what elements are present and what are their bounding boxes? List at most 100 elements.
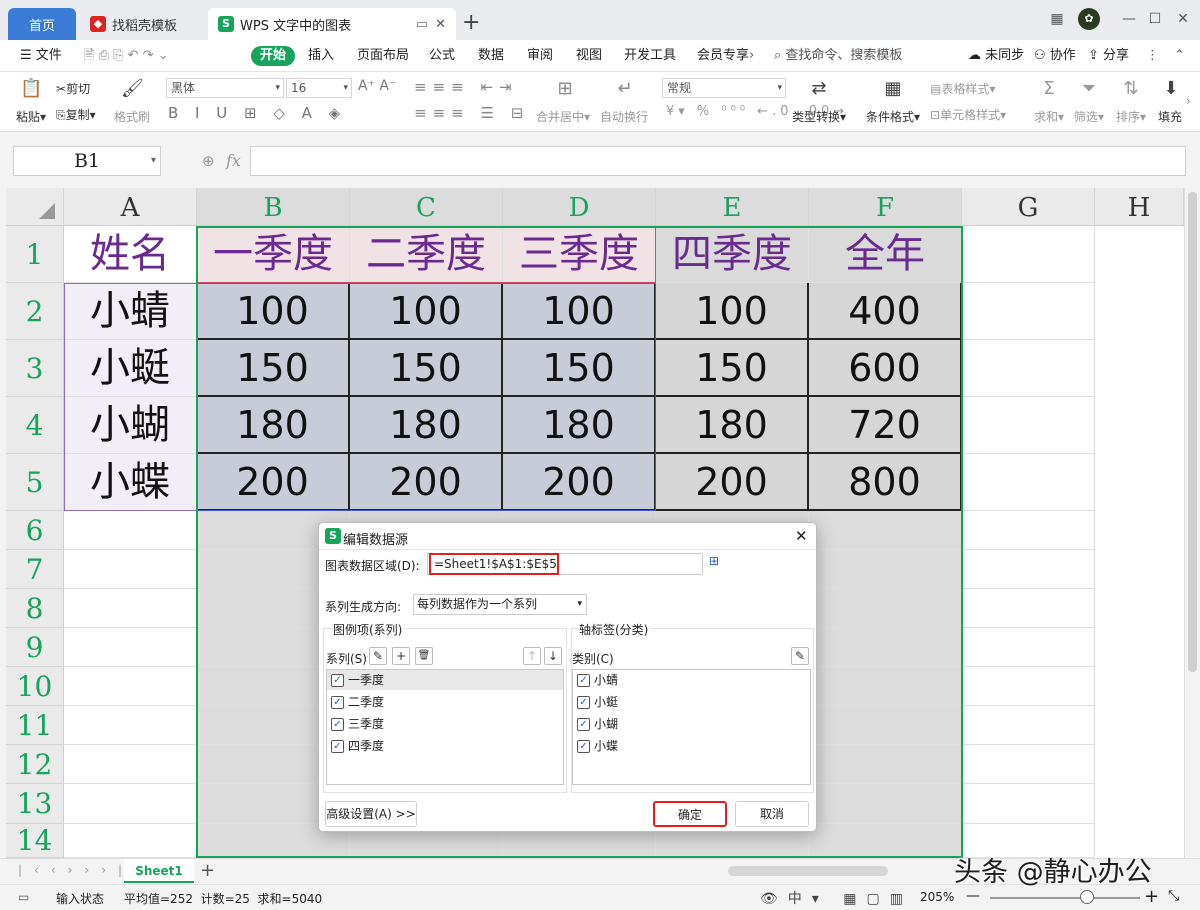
cell[interactable]: 200 <box>197 454 350 511</box>
merge-button[interactable]: 合并居中▾ <box>536 108 590 125</box>
row-header-7[interactable]: 7 <box>6 550 64 589</box>
vertical-scroll-thumb[interactable] <box>1188 192 1197 672</box>
cut-button[interactable]: ✂剪切 <box>56 80 90 97</box>
zoom-out-icon[interactable]: — <box>966 888 980 904</box>
menu-insert[interactable]: 插入 <box>308 46 334 66</box>
add-sheet-icon[interactable]: + <box>200 860 215 881</box>
header-cell[interactable]: 全年 <box>809 226 962 283</box>
ok-button[interactable]: 确定 <box>653 801 727 827</box>
sort-icon[interactable]: ⇅ <box>1120 78 1142 100</box>
cell[interactable]: 100 <box>350 283 503 340</box>
tab-docer[interactable]: ◆ 找稻壳模板 <box>82 8 200 40</box>
edit-series-icon[interactable]: ✎ <box>369 647 387 665</box>
menu-review[interactable]: 审阅 <box>527 46 553 66</box>
menu-formula[interactable]: 公式 <box>429 46 455 66</box>
checkbox-checked-icon[interactable]: ✓ <box>577 740 590 753</box>
row-header-12[interactable]: 12 <box>6 745 64 784</box>
column-header-e[interactable]: E <box>656 188 809 226</box>
cell-style-button[interactable]: ⊡单元格样式▾ <box>930 106 1006 123</box>
cell[interactable] <box>809 511 962 550</box>
cell[interactable] <box>64 745 197 784</box>
view-mode-icons[interactable]: 👁中▾ ▦▢▥ <box>760 888 913 908</box>
edit-category-icon[interactable]: ✎ <box>791 647 809 665</box>
range-picker-icon[interactable]: ⊞ <box>705 554 723 572</box>
checkbox-checked-icon[interactable]: ✓ <box>331 674 344 687</box>
header-cell[interactable]: 三季度 <box>503 226 656 283</box>
header-cell[interactable]: 二季度 <box>350 226 503 283</box>
cell[interactable] <box>809 824 962 858</box>
cell[interactable] <box>962 550 1095 589</box>
cell[interactable] <box>962 589 1095 628</box>
cell[interactable]: 小蜓 <box>64 340 197 397</box>
tab-home[interactable]: 首页 <box>8 8 76 40</box>
header-cell[interactable]: 姓名 <box>64 226 197 283</box>
cell[interactable] <box>64 550 197 589</box>
cell[interactable] <box>962 283 1095 340</box>
cell[interactable]: 200 <box>503 454 656 511</box>
checkbox-checked-icon[interactable]: ✓ <box>331 696 344 709</box>
row-header-14[interactable]: 14 <box>6 824 64 858</box>
column-header-h[interactable]: H <box>1095 188 1184 226</box>
align-top-icons[interactable]: ≡≡≡ ⇤⇥ <box>414 78 518 96</box>
row-header-5[interactable]: 5 <box>6 454 64 511</box>
wrap-icon[interactable]: ↵ <box>614 78 636 100</box>
range-input[interactable]: =Sheet1!$A$1:$E$5 <box>429 553 559 575</box>
cell[interactable]: 100 <box>656 283 809 340</box>
fx-icon[interactable]: fx <box>226 151 241 170</box>
cell[interactable] <box>809 784 962 824</box>
category-item[interactable]: ✓ 小蜓 <box>577 692 618 712</box>
cell[interactable] <box>962 745 1095 784</box>
cell[interactable] <box>962 340 1095 397</box>
cell[interactable] <box>962 667 1095 706</box>
add-series-icon[interactable]: + <box>392 647 410 665</box>
share-button[interactable]: ⇪ 分享 <box>1088 46 1129 66</box>
category-list[interactable]: ✓ 小蜻 ✓ 小蜓 ✓ 小蝴 ✓ 小蝶 <box>572 669 811 785</box>
grid-icon[interactable]: ▦ <box>1046 8 1068 30</box>
row-header-9[interactable]: 9 <box>6 628 64 667</box>
cell[interactable]: 200 <box>656 454 809 511</box>
fill-button[interactable]: 填充 <box>1158 108 1182 125</box>
zoom-slider-handle[interactable] <box>1080 890 1094 904</box>
menu-more-icon[interactable]: › <box>749 46 754 66</box>
cell[interactable] <box>809 706 962 745</box>
collapse-ribbon-icon[interactable]: ⌃ <box>1174 46 1185 66</box>
merge-icon[interactable]: ⊞ <box>554 78 576 100</box>
unsynced-button[interactable]: ☁ 未同步 <box>968 46 1024 66</box>
column-header-f[interactable]: F <box>809 188 962 226</box>
category-item[interactable]: ✓ 小蜻 <box>577 670 618 690</box>
row-header-3[interactable]: 3 <box>6 340 64 397</box>
name-box[interactable]: B1 ▾ <box>13 146 161 176</box>
new-tab-icon[interactable]: + <box>462 10 480 35</box>
cell[interactable]: 150 <box>656 340 809 397</box>
series-item[interactable]: ✓ 三季度 <box>331 714 384 734</box>
zoom-in-icon[interactable]: + <box>1144 886 1159 907</box>
series-list[interactable]: ✓ 一季度 ✓ 二季度 ✓ 三季度 ✓ 四季度 <box>326 669 564 785</box>
cell[interactable] <box>962 397 1095 454</box>
cell[interactable] <box>64 824 197 858</box>
tab-document[interactable]: S WPS 文字中的图表 ▭ ✕ <box>208 8 456 40</box>
header-cell[interactable]: 四季度 <box>656 226 809 283</box>
row-header-13[interactable]: 13 <box>6 784 64 824</box>
menu-view[interactable]: 视图 <box>576 46 602 66</box>
delete-series-icon[interactable]: 🗑 <box>415 647 433 665</box>
cell[interactable]: 100 <box>503 283 656 340</box>
formula-input[interactable] <box>250 146 1186 176</box>
checkbox-checked-icon[interactable]: ✓ <box>331 740 344 753</box>
cell[interactable] <box>64 667 197 706</box>
search-command[interactable]: ⌕ 查找命令、搜索模板 <box>774 46 902 66</box>
sheet-nav-icons[interactable]: |‹‹›››| <box>18 863 134 877</box>
series-item[interactable]: ✓ 四季度 <box>331 736 384 756</box>
cell[interactable]: 150 <box>350 340 503 397</box>
menu-data[interactable]: 数据 <box>478 46 504 66</box>
align-icons[interactable]: ≡≡≡ ☰ ⊟ <box>414 104 529 122</box>
series-item[interactable]: ✓ 二季度 <box>331 692 384 712</box>
cancel-button[interactable]: 取消 <box>735 801 809 827</box>
checkbox-checked-icon[interactable]: ✓ <box>331 718 344 731</box>
checkbox-checked-icon[interactable]: ✓ <box>577 696 590 709</box>
cell[interactable] <box>64 511 197 550</box>
menu-developer[interactable]: 开发工具 <box>624 46 676 66</box>
convert-button[interactable]: 类型转换▾ <box>792 108 846 125</box>
font-size-select[interactable]: 16 ▾ <box>286 78 352 98</box>
cell[interactable] <box>962 454 1095 511</box>
maximize-icon[interactable]: ☐ <box>1144 8 1166 30</box>
